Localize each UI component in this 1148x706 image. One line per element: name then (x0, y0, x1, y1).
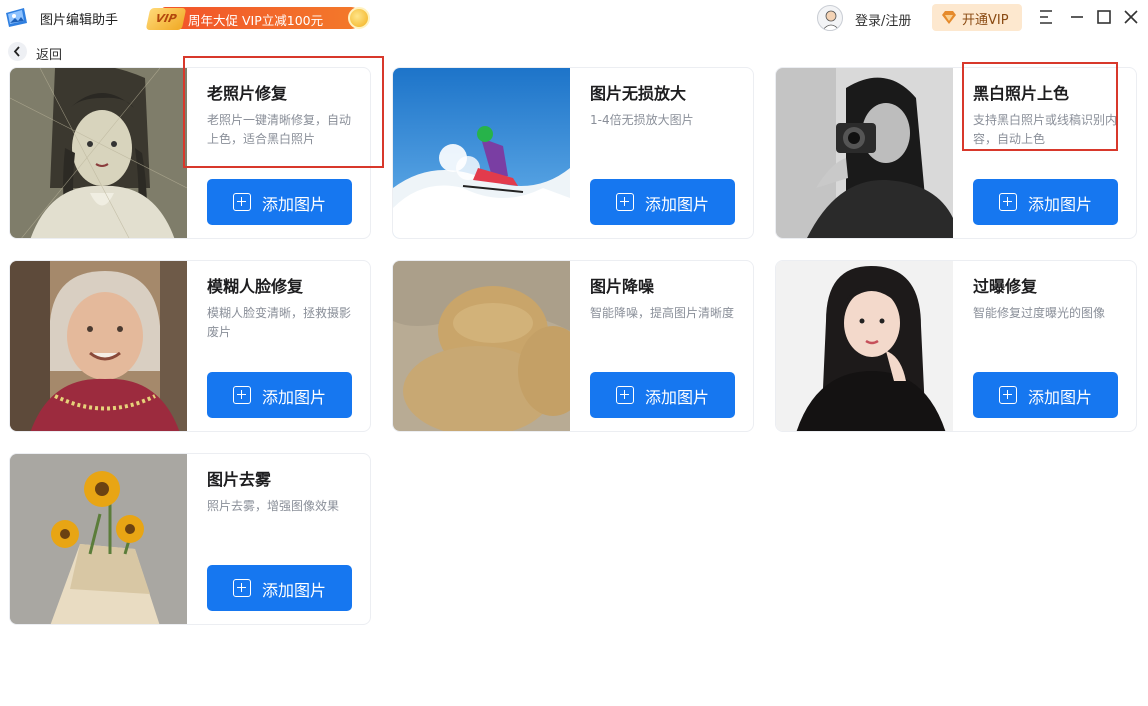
card-title: 过曝修复 (973, 277, 1038, 296)
minimize-icon[interactable] (1068, 8, 1086, 26)
add-icon (233, 579, 251, 597)
promo-banner[interactable]: VIP 周年大促 VIP立减100元 (145, 5, 372, 32)
feature-card-upscale: 图片无损放大 1-4倍无损放大图片 添加图片 (392, 67, 754, 239)
card-title: 图片无损放大 (590, 84, 687, 103)
highlight-box (962, 62, 1118, 151)
add-image-button[interactable]: 添加图片 (590, 179, 735, 225)
add-icon (616, 193, 634, 211)
card-description: 照片去雾，增强图像效果 (207, 499, 340, 513)
vip-badge: VIP (145, 8, 187, 30)
add-image-button[interactable]: 添加图片 (590, 372, 735, 418)
add-image-button[interactable]: 添加图片 (207, 179, 352, 225)
avatar[interactable] (817, 5, 843, 31)
card-title: 图片去雾 (207, 470, 272, 489)
app-logo-icon (6, 8, 27, 27)
close-icon[interactable] (1122, 8, 1140, 26)
add-icon (999, 386, 1017, 404)
chevron-left-icon (13, 46, 20, 57)
add-image-button[interactable]: 添加图片 (973, 372, 1118, 418)
add-icon (999, 193, 1017, 211)
card-title: 模糊人脸修复 (207, 277, 304, 296)
add-image-button[interactable]: 添加图片 (973, 179, 1118, 225)
card-description: 1-4倍无损放大图片 (590, 113, 694, 127)
feature-card-face-restore: 模糊人脸修复 模糊人脸变清晰，拯救摄影废片 添加图片 (9, 260, 371, 432)
feature-card-denoise: 图片降噪 智能降噪，提高图片清晰度 添加图片 (392, 260, 754, 432)
feature-card-exposure: 过曝修复 智能修复过度曝光的图像 添加图片 (775, 260, 1137, 432)
skier-image (393, 68, 570, 238)
app-title: 图片编辑助手 (40, 13, 119, 28)
coin-icon (348, 7, 370, 29)
add-icon (233, 386, 251, 404)
login-register-link[interactable]: 登录/注册 (855, 10, 911, 29)
title-bar: 图片编辑助手 VIP 周年大促 VIP立减100元 登录/注册 开通VIP (0, 0, 1148, 36)
card-title: 图片降噪 (590, 277, 655, 296)
old-woman-image (10, 261, 187, 431)
highlight-box (183, 56, 384, 168)
noisy-bread-image (393, 261, 570, 431)
woman-portrait-image (776, 261, 953, 431)
bw-photographer-image (776, 68, 953, 238)
card-description: 智能修复过度曝光的图像 (973, 306, 1106, 320)
card-description: 模糊人脸变清晰，拯救摄影废片 (207, 306, 352, 339)
diamond-icon (942, 11, 956, 24)
add-image-button[interactable]: 添加图片 (207, 565, 352, 611)
add-image-button[interactable]: 添加图片 (207, 372, 352, 418)
open-vip-button[interactable]: 开通VIP (932, 4, 1022, 31)
old-photo-girl-image (10, 68, 187, 238)
maximize-icon[interactable] (1095, 8, 1113, 26)
add-icon (616, 386, 634, 404)
add-icon (233, 193, 251, 211)
feature-card-dehaze: 图片去雾 照片去雾，增强图像效果 添加图片 (9, 453, 371, 625)
menu-icon[interactable] (1037, 8, 1055, 26)
promo-text: 周年大促 VIP立减100元 (188, 13, 324, 28)
sunflowers-image (10, 454, 187, 624)
card-description: 智能降噪，提高图片清晰度 (590, 306, 735, 320)
user-icon (822, 10, 840, 30)
